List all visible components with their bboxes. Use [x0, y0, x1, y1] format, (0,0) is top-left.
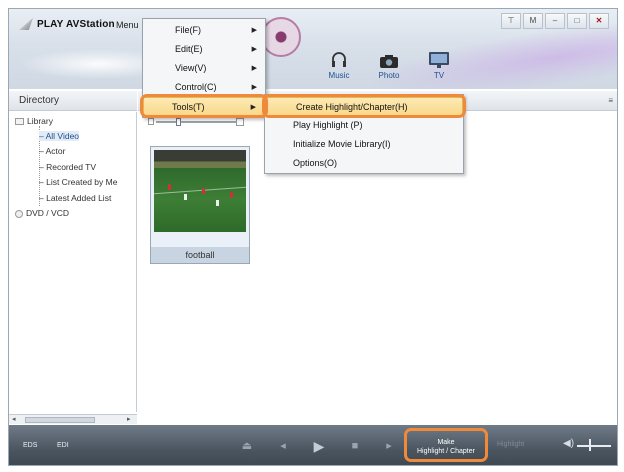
scroll-right-icon[interactable]: ▸: [127, 415, 131, 423]
play-icon[interactable]: ▶: [311, 438, 327, 454]
menu-item-play-highlight[interactable]: Play Highlight (P): [265, 116, 463, 135]
headphones-icon: [321, 49, 357, 69]
tree-item-dvd-vcd[interactable]: DVD / VCD: [15, 208, 69, 218]
tree-item-label: Latest Added List: [46, 193, 112, 203]
directory-tree: Library – All Video – Actor – Recorded T…: [9, 112, 137, 412]
header-bar: PLAY AVStation Menu ⊤ M – □ ✕ Music Phot…: [9, 9, 617, 89]
edi-button[interactable]: EDI: [57, 442, 69, 449]
directory-title: Directory: [19, 95, 60, 106]
minimize-button[interactable]: –: [545, 13, 565, 29]
menu-item-label: Edit(E): [175, 44, 203, 54]
tab-music[interactable]: Music: [321, 49, 357, 80]
eject-icon[interactable]: ⏏: [239, 438, 255, 454]
player-marker: [230, 192, 233, 198]
pin-button[interactable]: ⊤: [501, 13, 521, 29]
film-reel-icon: [261, 17, 301, 57]
tab-photo[interactable]: Photo: [371, 49, 407, 80]
tree-item-label: Actor: [45, 146, 66, 156]
callout-make-button: [404, 428, 488, 462]
scrollbar-thumb[interactable]: [25, 417, 95, 423]
disc-icon: [15, 209, 23, 218]
submenu-arrow-icon: ▶: [251, 46, 257, 53]
tab-tv[interactable]: TV: [421, 49, 457, 80]
tree-item-label: All Video: [45, 131, 80, 141]
menu-item-options[interactable]: Options(O): [265, 154, 463, 173]
next-icon[interactable]: ▸: [381, 438, 397, 454]
submenu-arrow-icon: ▶: [251, 65, 257, 72]
thumbnail-size-slider[interactable]: [148, 118, 244, 126]
submenu-arrow-icon: ▶: [251, 27, 257, 34]
logo-mark-icon: [19, 18, 33, 30]
volume-icon[interactable]: ◀): [563, 438, 574, 449]
menu-item-label: Options(O): [293, 158, 338, 168]
menu-item-initialize-library[interactable]: Initialize Movie Library(I): [265, 135, 463, 154]
stop-icon[interactable]: ■: [347, 438, 363, 454]
tree-item-actor[interactable]: – Actor: [39, 146, 65, 156]
menu-item-label: Play Highlight (P): [293, 120, 363, 130]
player-marker: [216, 200, 219, 206]
tree-item-library[interactable]: Library: [15, 116, 53, 126]
tab-music-label: Music: [328, 71, 350, 80]
highlight-button[interactable]: Highlight: [497, 441, 524, 448]
video-thumbnail-card[interactable]: football: [150, 146, 250, 264]
tree-dash: –: [39, 146, 46, 156]
tab-photo-label: Photo: [378, 71, 400, 80]
menu-item-edit[interactable]: Edit(E) ▶: [143, 40, 265, 59]
video-thumbnail-image: [154, 150, 246, 232]
menu-item-label: File(F): [175, 25, 201, 35]
tv-icon: [421, 49, 457, 69]
tree-item-label: Library: [27, 116, 53, 126]
library-icon: [15, 118, 24, 126]
menu-item-label: Initialize Movie Library(I): [293, 139, 391, 149]
scroll-left-icon[interactable]: ◂: [12, 415, 16, 423]
app-window: PLAY AVStation Menu ⊤ M – □ ✕ Music Phot…: [8, 8, 618, 466]
directory-scrollbar[interactable]: ◂ ▸: [9, 414, 137, 424]
maximize-button[interactable]: □: [567, 13, 587, 29]
window-controls: ⊤ M – □ ✕: [501, 13, 609, 29]
directory-header: Directory: [9, 91, 137, 111]
tree-item-label: DVD / VCD: [26, 208, 69, 218]
large-size-icon: [236, 118, 244, 126]
tab-tv-label: TV: [433, 71, 445, 80]
tree-item-latest-added-list[interactable]: – Latest Added List: [39, 193, 111, 203]
menu-item-file[interactable]: File(F) ▶: [143, 21, 265, 40]
callout-tools: [140, 94, 268, 118]
eds-button[interactable]: EDS: [23, 442, 37, 449]
menu-item-label: View(V): [175, 63, 207, 73]
small-size-icon: [148, 118, 154, 125]
app-logo: PLAY AVStation: [19, 18, 115, 30]
previous-icon[interactable]: ◂: [275, 438, 291, 454]
player-marker: [168, 184, 171, 190]
close-button[interactable]: ✕: [589, 13, 609, 29]
volume-slider[interactable]: [577, 445, 611, 447]
playback-bar: EDS EDI ⏏ ◂ ▶ ■ ▸ Make Highlight / Chapt…: [9, 425, 617, 465]
media-tabs: Music Photo TV: [321, 49, 457, 80]
list-view-icon[interactable]: ≡: [608, 96, 613, 105]
tree-item-list-created-by-me[interactable]: – List Created by Me: [39, 177, 117, 187]
menu-button[interactable]: Menu: [116, 20, 139, 30]
menu-item-view[interactable]: View(V) ▶: [143, 59, 265, 78]
tree-item-recorded-tv[interactable]: – Recorded TV: [39, 162, 96, 172]
camera-icon: [371, 49, 407, 69]
callout-create-highlight: [262, 94, 466, 118]
slider-track[interactable]: [156, 121, 236, 123]
volume-knob[interactable]: [589, 439, 591, 451]
tree-item-label: List Created by Me: [46, 177, 118, 187]
player-marker: [202, 188, 205, 194]
slider-knob[interactable]: [176, 118, 181, 126]
app-title: PLAY AVStation: [37, 18, 115, 30]
player-marker: [184, 194, 187, 200]
video-thumbnail-label: football: [151, 247, 249, 263]
tree-item-label: Recorded TV: [46, 162, 97, 172]
tree-item-all-video[interactable]: – All Video: [39, 131, 80, 141]
tree-dash: –: [39, 131, 46, 141]
mini-mode-button[interactable]: M: [523, 13, 543, 29]
